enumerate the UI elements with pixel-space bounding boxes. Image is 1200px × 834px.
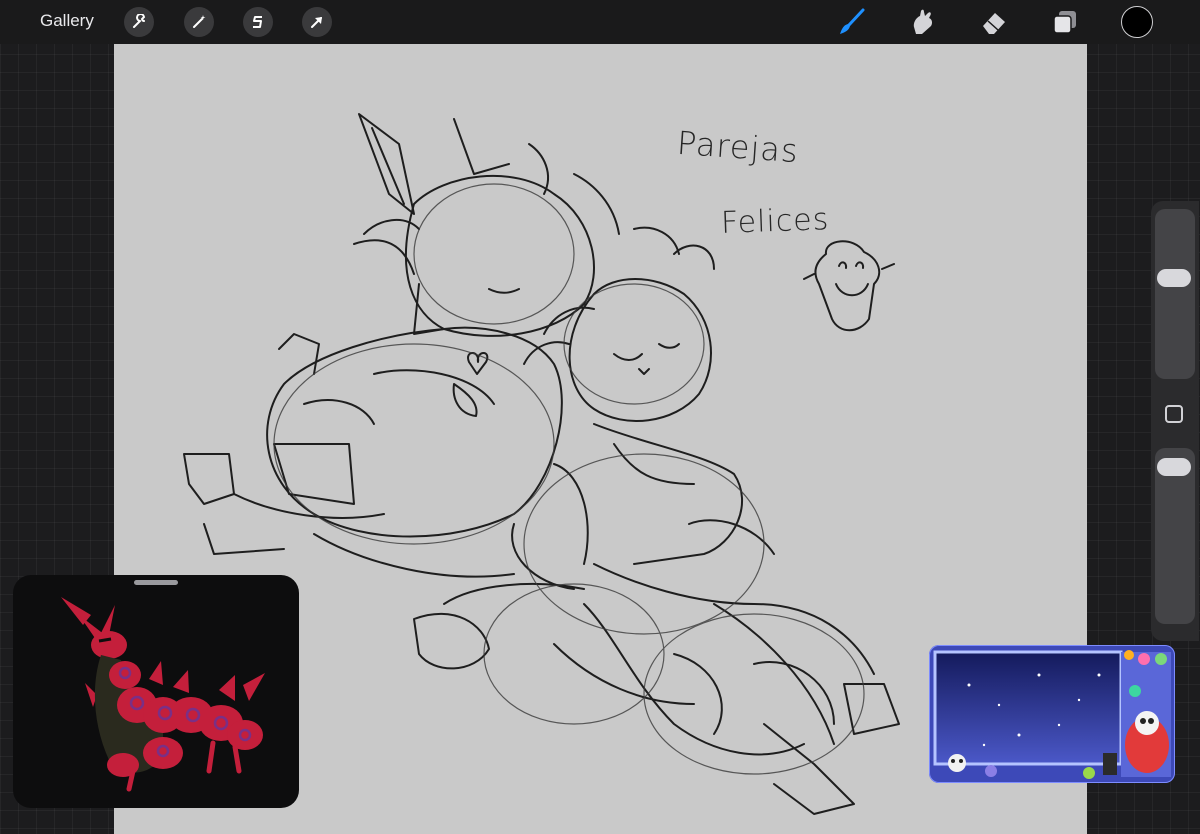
window-drag-handle[interactable] xyxy=(134,580,178,585)
smudge-icon[interactable] xyxy=(908,7,938,37)
layers-icon[interactable] xyxy=(1050,7,1080,37)
selection-s-icon[interactable] xyxy=(243,7,273,37)
brush-size-knob[interactable] xyxy=(1157,269,1191,287)
modify-button[interactable] xyxy=(1165,405,1183,423)
top-toolbar: Gallery xyxy=(0,0,1200,44)
brush-opacity-knob[interactable] xyxy=(1157,458,1191,476)
transform-arrow-icon[interactable] xyxy=(302,7,332,37)
color-swatch[interactable] xyxy=(1121,6,1153,38)
actions-wrench-icon[interactable] xyxy=(124,7,154,37)
brush-icon[interactable] xyxy=(836,7,866,37)
brush-size-slider[interactable] xyxy=(1155,209,1195,379)
reference-window[interactable] xyxy=(13,575,299,808)
eraser-icon[interactable] xyxy=(979,7,1009,37)
stream-overlay-preview xyxy=(929,645,1175,783)
reference-creature-image xyxy=(61,597,265,792)
picture-in-picture-window[interactable] xyxy=(929,645,1175,783)
adjustments-wand-icon[interactable] xyxy=(184,7,214,37)
canvas-text-line-2: Felices xyxy=(720,202,830,241)
gallery-button[interactable]: Gallery xyxy=(40,11,94,31)
